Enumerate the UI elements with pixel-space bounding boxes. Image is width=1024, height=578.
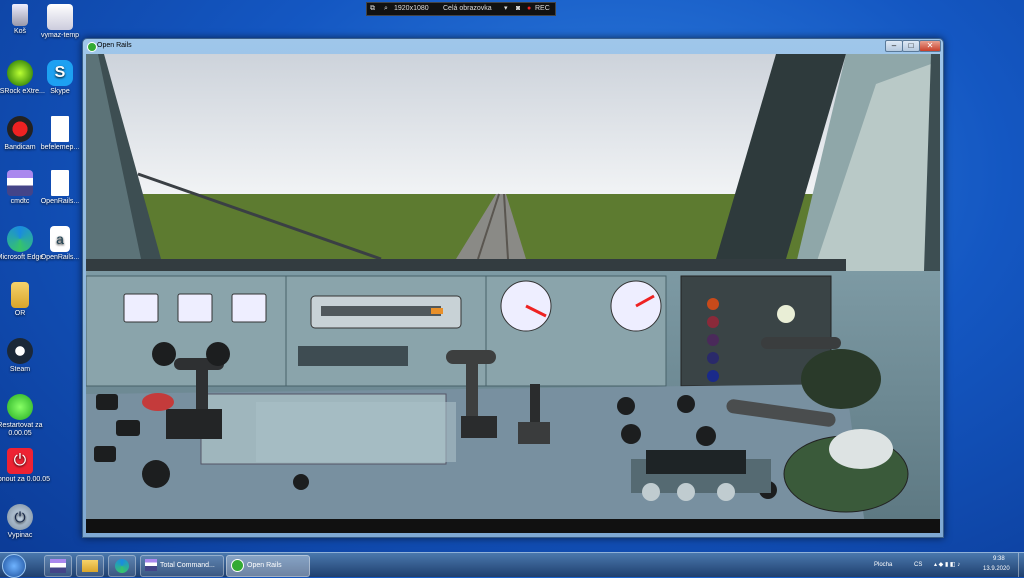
desktop-icon-label: OR: [14, 310, 26, 317]
taskbar: Total Command... Open Rails Plocha CS ▴ …: [0, 552, 1024, 578]
recorder-resolution: 1920x1080: [394, 5, 429, 12]
tray-lang[interactable]: CS: [914, 562, 922, 568]
skype-icon: S: [47, 60, 73, 86]
open-rails-icon: [87, 42, 97, 52]
desktop-icon-steam[interactable]: Steam: [0, 338, 55, 374]
open-rails-window[interactable]: Open Rails – □ ✕: [82, 38, 944, 538]
taskbar-item-label: Open Rails: [247, 562, 282, 569]
floppy-icon: [50, 559, 66, 573]
close-button[interactable]: ✕: [919, 40, 941, 52]
floppy-icon: [145, 559, 157, 572]
desktop-icon-label: Restartovat za 0.00.05: [0, 422, 43, 437]
tray-plocha[interactable]: Plocha: [874, 562, 892, 568]
desktop-icon-label: Steam: [9, 366, 31, 373]
taskbar-item-total-commander[interactable]: Total Command...: [140, 555, 224, 577]
desktop-icon-label: Vypnout za 0.00.05: [0, 476, 51, 483]
cab-view: [86, 54, 940, 533]
taskbar-item-open-rails[interactable]: Open Rails: [226, 555, 310, 577]
show-desktop-button[interactable]: [1018, 553, 1024, 577]
window-title: Open Rails: [97, 42, 132, 49]
shutdown-icon: ⏻: [7, 504, 33, 530]
desktop-icon-power-off[interactable]: ⏻ Vypnout za 0.00.05: [0, 448, 55, 484]
record-icon[interactable]: ●: [527, 3, 531, 15]
maximize-button[interactable]: □: [902, 40, 920, 52]
edge-icon: [115, 559, 129, 573]
desktop-icon-label: Vypinac: [7, 532, 33, 539]
document-icon: [51, 170, 69, 196]
steam-icon: [7, 338, 33, 364]
taskbar-pinned-explorer[interactable]: [76, 555, 104, 577]
folder-icon: [82, 560, 98, 572]
tray-date[interactable]: 13.9.2020: [983, 566, 1010, 572]
start-button[interactable]: [2, 554, 26, 578]
desktop-icon-vypinac[interactable]: ⏻ Vypinac: [0, 504, 55, 540]
desktop-icon-vymaz-temp[interactable]: vymaz-temp: [25, 4, 95, 40]
tray-icons[interactable]: ▴ ◆ ▮ ◧ ♪: [934, 561, 960, 568]
taskbar-item-label: Total Command...: [160, 562, 215, 569]
magnifier-icon: ⌕: [384, 5, 388, 12]
power-icon: ⏻: [7, 448, 33, 474]
tray-time[interactable]: 9:38: [993, 556, 1005, 562]
taskbar-pinned-floppy[interactable]: [44, 555, 72, 577]
text-file-icon: a: [50, 226, 70, 252]
shortcut-icon: [47, 4, 73, 30]
minimize-button[interactable]: –: [885, 40, 903, 52]
desktop-icon-or-folder[interactable]: OR: [0, 282, 55, 318]
taskbar-pinned-edge[interactable]: [108, 555, 136, 577]
folder-icon: [11, 282, 29, 308]
screen-recorder-bar[interactable]: ⧉ ⌕ 1920x1080 Celá obrazovka ▾ ◙ ● REC: [366, 2, 556, 16]
document-icon: [51, 116, 69, 142]
open-rails-icon: [231, 558, 244, 572]
recorder-menu-icon[interactable]: ⧉: [370, 3, 375, 15]
recorder-mode[interactable]: Celá obrazovka: [443, 3, 492, 15]
chevron-down-icon[interactable]: ▾: [504, 3, 508, 15]
desktop-icon-restart[interactable]: Restartovat za 0.00.05: [0, 394, 55, 438]
camera-icon[interactable]: ◙: [516, 3, 520, 15]
restart-icon: [7, 394, 33, 420]
game-viewport[interactable]: [86, 54, 940, 533]
recorder-rec-label: REC: [535, 5, 550, 12]
